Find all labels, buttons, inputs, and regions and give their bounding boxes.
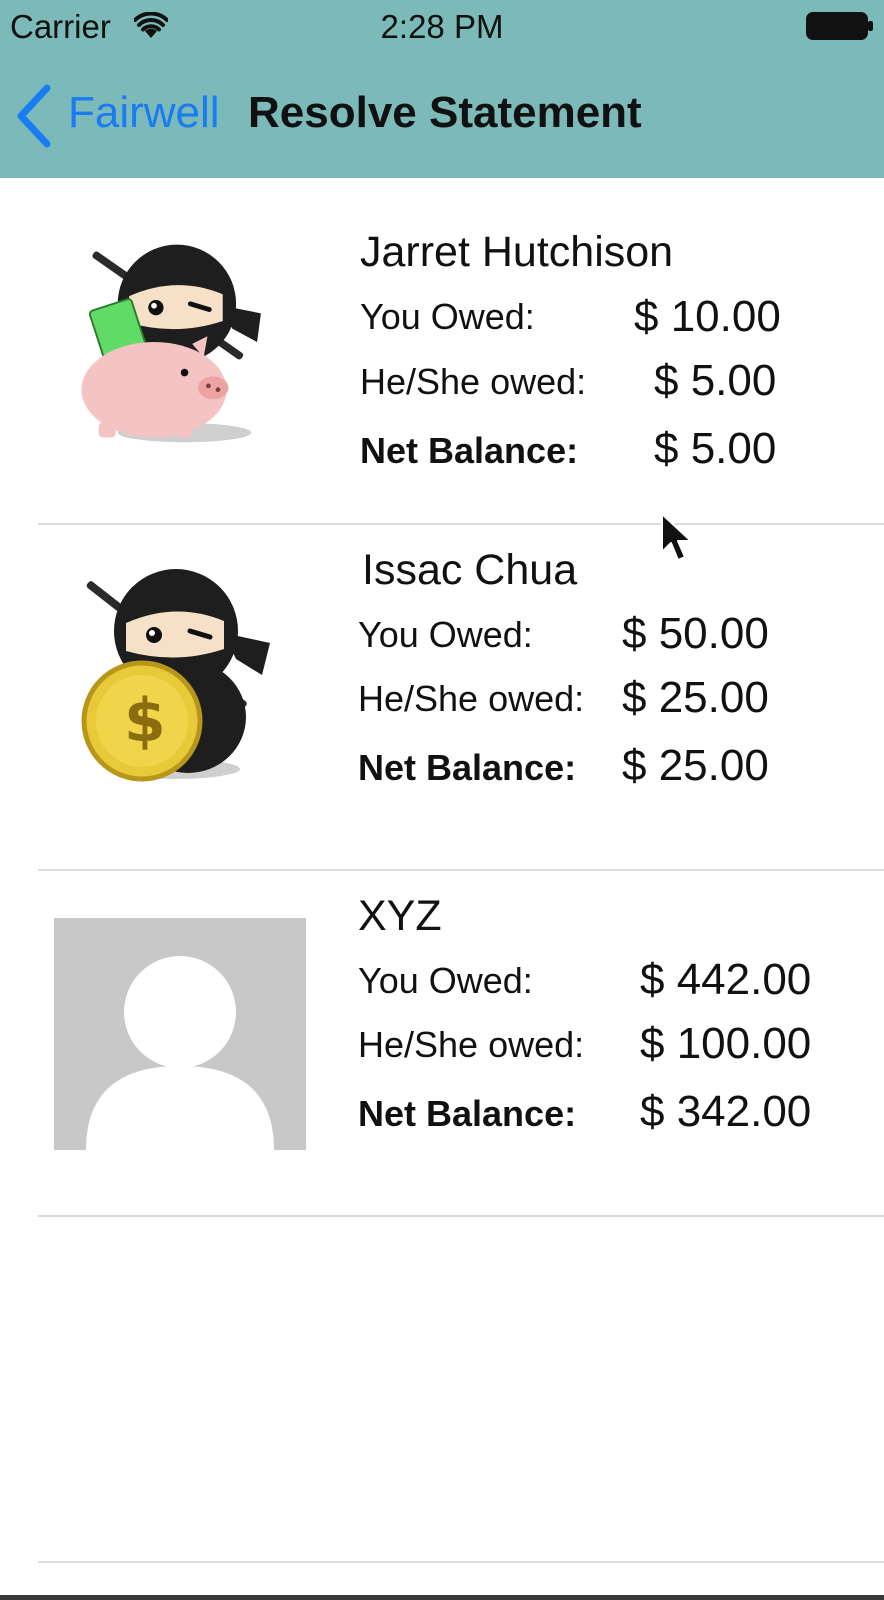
they-owed-value: $ 25.00: [622, 673, 769, 722]
they-owed-value: $ 100.00: [640, 1019, 812, 1068]
net-balance-label: Net Balance:: [358, 747, 577, 788]
you-owed-label: You Owed:: [360, 296, 535, 337]
they-owed-label: He/She owed:: [358, 1024, 585, 1065]
ninja-piggy-bank-icon: [81, 244, 261, 443]
page-title: Resolve Statement: [248, 88, 642, 137]
battery-icon: [806, 12, 873, 40]
default-user-placeholder-icon: [54, 918, 306, 1150]
empty-list-row: [0, 1217, 884, 1562]
they-owed-label: He/She owed:: [360, 361, 587, 402]
mouse-cursor-icon: [661, 513, 692, 561]
they-owed-label: He/She owed:: [358, 678, 585, 719]
person-name: Issac Chua: [362, 546, 578, 594]
bottom-edge: [0, 1595, 884, 1600]
navigation-bar: Carrier 2:28 PM Fairwell Resolve Stateme…: [0, 0, 884, 178]
you-owed-label: You Owed:: [358, 960, 533, 1001]
list-item[interactable]: XYZ You Owed: $ 442.00 He/She owed: $ 10…: [0, 871, 884, 1216]
list-item[interactable]: Jarret Hutchison You Owed: $ 10.00 He/Sh…: [0, 178, 884, 524]
net-balance-label: Net Balance:: [360, 430, 579, 471]
net-balance-label: Net Balance:: [358, 1093, 577, 1134]
svg-text:$: $: [124, 686, 166, 756]
list-item[interactable]: $ Issac Chua You Owed: $ 50.00 He/She ow…: [0, 525, 884, 870]
you-owed-label: You Owed:: [358, 614, 533, 655]
you-owed-value: $ 10.00: [634, 292, 781, 341]
they-owed-value: $ 5.00: [654, 356, 777, 405]
back-button[interactable]: Fairwell: [68, 88, 220, 138]
clock-label: 2:28 PM: [380, 8, 504, 45]
you-owed-value: $ 442.00: [640, 955, 812, 1004]
net-balance-value: $ 342.00: [640, 1087, 812, 1136]
ninja-coin-icon: $: [81, 569, 270, 782]
net-balance-value: $ 5.00: [654, 424, 777, 473]
row-divider: [38, 1561, 884, 1563]
person-name: Jarret Hutchison: [360, 228, 674, 276]
net-balance-value: $ 25.00: [622, 741, 769, 790]
chevron-left-icon[interactable]: [14, 84, 54, 148]
you-owed-value: $ 50.00: [622, 609, 769, 658]
person-name: XYZ: [358, 892, 442, 940]
